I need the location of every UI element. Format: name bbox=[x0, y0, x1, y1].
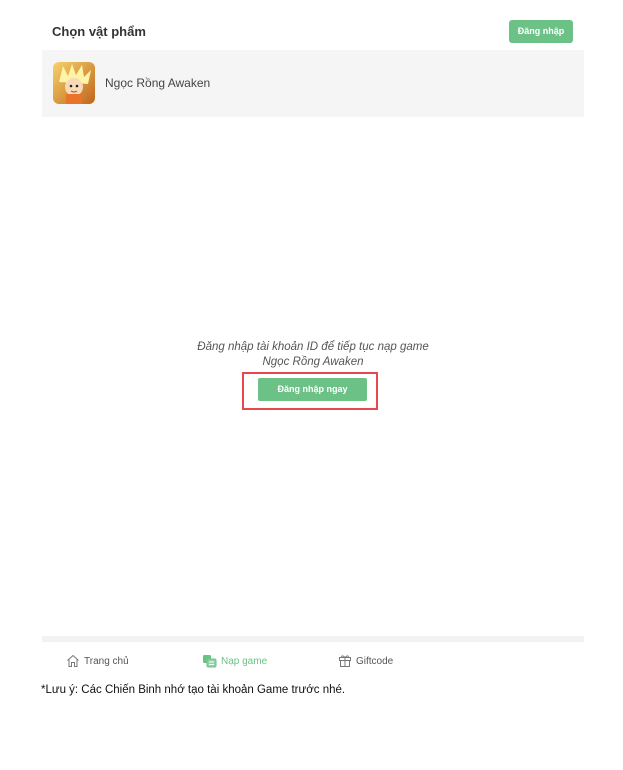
selected-game-row[interactable]: Ngọc Rồng Awaken bbox=[42, 50, 584, 117]
coins-icon bbox=[203, 655, 217, 668]
nav-divider bbox=[42, 636, 584, 642]
nav-item-giftcode[interactable]: Giftcode bbox=[338, 650, 393, 672]
login-prompt: Đăng nhập tài khoản ID để tiếp tục nạp g… bbox=[42, 340, 584, 410]
recharge-panel: Chọn vật phẩm Đăng nhập Ngọc Rồng Awaken… bbox=[42, 12, 584, 680]
panel-header: Chọn vật phẩm Đăng nhập bbox=[42, 12, 584, 50]
bottom-nav: Trang chủ Nạp game Giftcode bbox=[42, 650, 584, 680]
nav-item-recharge[interactable]: Nạp game bbox=[202, 650, 267, 672]
login-prompt-message: Đăng nhập tài khoản ID để tiếp tục nạp g… bbox=[197, 341, 429, 353]
home-icon bbox=[67, 654, 79, 667]
login-button[interactable]: Đăng nhập bbox=[509, 20, 573, 43]
login-now-highlight: Đăng nhập ngay bbox=[242, 372, 378, 410]
login-prompt-game-name: Ngọc Rồng Awaken bbox=[262, 356, 364, 368]
account-note: *Lưu ý: Các Chiến Binh nhớ tạo tài khoản… bbox=[41, 684, 346, 696]
page-title: Chọn vật phẩm bbox=[52, 24, 146, 39]
nav-label-home: Trang chủ bbox=[84, 655, 129, 667]
nav-label-giftcode: Giftcode bbox=[356, 655, 394, 667]
game-avatar-icon bbox=[53, 62, 95, 104]
gift-icon bbox=[339, 655, 351, 667]
login-now-button[interactable]: Đăng nhập ngay bbox=[258, 378, 367, 401]
nav-label-recharge: Nạp game bbox=[221, 655, 268, 667]
game-name: Ngọc Rồng Awaken bbox=[105, 76, 211, 90]
nav-item-home[interactable]: Trang chủ bbox=[66, 650, 129, 672]
